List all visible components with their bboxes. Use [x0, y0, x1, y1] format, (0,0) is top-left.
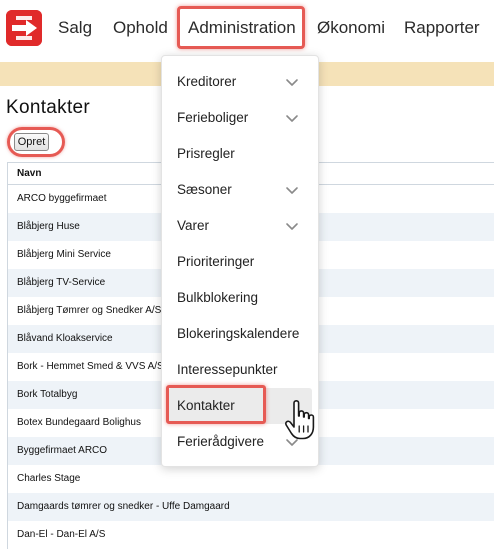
top-navigation: Salg Ophold Administration Økonomi Rappo…	[0, 0, 494, 58]
nav-salg[interactable]: Salg	[58, 17, 92, 39]
chevron-down-icon	[286, 187, 298, 194]
menu-item-label: Kontakter	[177, 398, 235, 413]
table-row[interactable]: Charles Stage	[8, 465, 494, 493]
menu-item-prisregler[interactable]: Prisregler	[162, 136, 320, 172]
nav-administration[interactable]: Administration	[188, 17, 296, 39]
chevron-down-icon	[286, 79, 298, 86]
menu-item-varer[interactable]: Varer	[162, 208, 320, 244]
menu-item-prioriteringer[interactable]: Prioriteringer	[162, 244, 320, 280]
table-row[interactable]: Damgaards tømrer og snedker - Uffe Damga…	[8, 493, 494, 521]
menu-item-kreditorer[interactable]: Kreditorer	[162, 64, 320, 100]
menu-item-bulkblokering[interactable]: Bulkblokering	[162, 280, 320, 316]
menu-item-label: Kreditorer	[177, 74, 237, 89]
menu-item-saesoner[interactable]: Sæsoner	[162, 172, 320, 208]
nav-okonomi[interactable]: Økonomi	[317, 17, 385, 39]
chevron-down-icon	[286, 223, 298, 230]
menu-item-label: Interessepunkter	[177, 362, 278, 377]
menu-item-label: Ferieboliger	[177, 110, 249, 125]
page-title: Kontakter	[6, 97, 91, 118]
menu-item-blokeringskalendere[interactable]: Blokeringskalendere	[162, 316, 320, 352]
menu-item-ferieboliger[interactable]: Ferieboliger	[162, 100, 320, 136]
menu-item-label: Prioriteringer	[177, 254, 255, 269]
menu-item-label: Bulkblokering	[177, 290, 259, 305]
table-row[interactable]: Dan-El - Dan-El A/S	[8, 521, 494, 549]
menu-item-label: Ferierådgivere	[177, 434, 265, 449]
create-button[interactable]: Opret	[14, 133, 49, 151]
menu-item-label: Prisregler	[177, 146, 235, 161]
nav-ophold[interactable]: Ophold	[113, 17, 168, 39]
chevron-down-icon	[286, 115, 298, 122]
menu-item-label: Sæsoner	[177, 182, 232, 197]
menu-item-interessepunkter[interactable]: Interessepunkter	[162, 352, 320, 388]
brand-logo-icon[interactable]	[6, 10, 42, 46]
nav-rapporter[interactable]: Rapporter	[404, 17, 480, 39]
menu-item-label: Blokeringskalendere	[177, 326, 300, 341]
hand-pointer-icon	[284, 400, 315, 440]
menu-item-label: Varer	[177, 218, 210, 233]
